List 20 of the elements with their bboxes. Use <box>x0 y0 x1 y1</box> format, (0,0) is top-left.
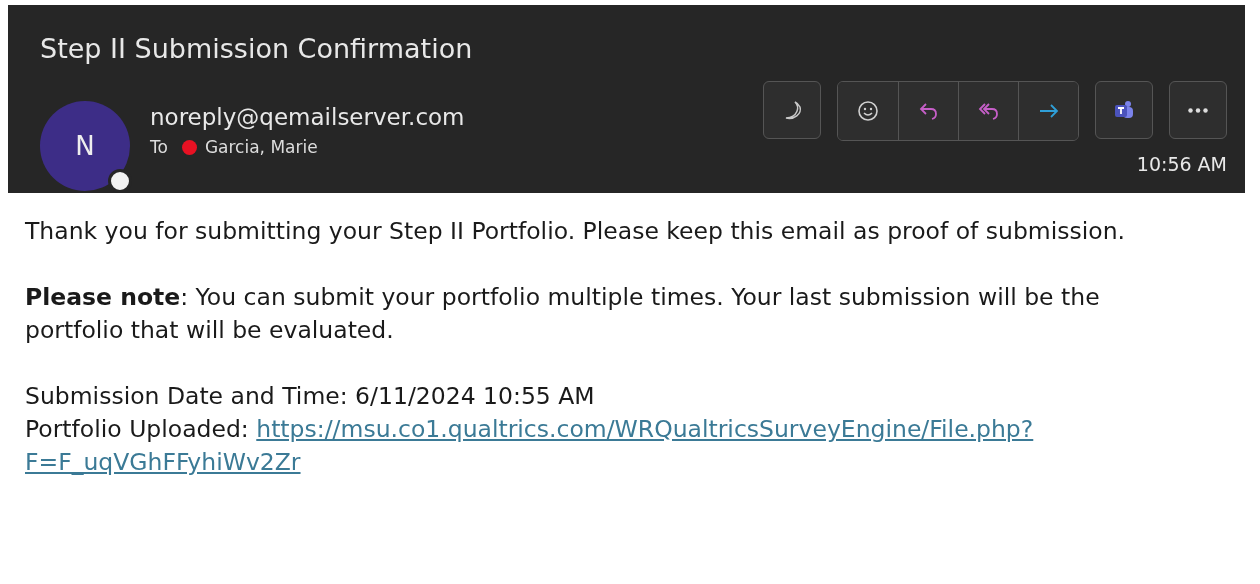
body-paragraph: Thank you for submitting your Step II Portfolio. Please keep this email as proof of submission. <box>25 216 1127 247</box>
email-subject: Step II Submission Confirmation <box>40 32 474 66</box>
teams-chat-button[interactable] <box>1095 81 1153 139</box>
recipient-name[interactable]: Garcia, Marie <box>204 137 318 157</box>
received-time: 10:56 AM <box>1136 153 1227 175</box>
body-paragraph: Please note: You can submit your portfolio multiple times. Your last submission will be the portfolio that will be evaluated. <box>25 282 1101 346</box>
forward-button[interactable] <box>1018 82 1078 140</box>
more-button[interactable] <box>1169 81 1227 139</box>
upload-link[interactable]: F=F_uqVGhFFyhiWv2Zr <box>25 448 301 476</box>
submission-date-text: Submission Date and Time: 6/11/2024 10:55 AM <box>25 381 596 412</box>
theme-button[interactable] <box>763 81 821 139</box>
reply-all-button[interactable] <box>958 82 1018 140</box>
upload-link[interactable]: https://msu.co1.qualtrics.com/WRQualtricsSurveyEngine/File.php? <box>256 415 1034 443</box>
to-label: To <box>150 137 168 157</box>
avatar-initial: N <box>75 131 95 161</box>
emoji-icon <box>856 99 880 123</box>
more-icon <box>1188 107 1208 113</box>
upload-label: Portfolio Uploaded: <box>25 415 249 443</box>
reaction-button[interactable] <box>838 82 898 140</box>
sender-address[interactable]: noreply@qemailserver.com <box>150 101 465 133</box>
